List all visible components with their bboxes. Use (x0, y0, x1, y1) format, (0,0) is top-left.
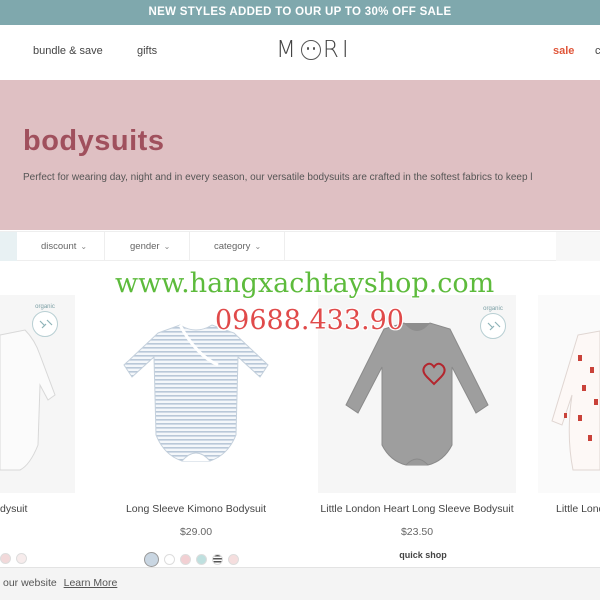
london-print-bodysuit-image (551, 330, 600, 471)
site-header: bundle & save gifts M RI sale c (0, 25, 600, 80)
filter-bar: discount ⌄ gender ⌄ category ⌄ (0, 231, 600, 261)
product-image[interactable] (538, 295, 600, 493)
cookie-banner: our website Learn More (0, 567, 600, 600)
product-name[interactable]: Little Lond (556, 503, 600, 515)
filter-category-label: category (214, 241, 251, 252)
logo-letters-ri: RI (322, 37, 352, 63)
color-swatches (0, 553, 27, 564)
filter-divider (104, 232, 105, 261)
nav-link-gifts[interactable]: gifts (137, 45, 157, 57)
filter-divider (189, 232, 190, 261)
filter-divider (284, 232, 285, 261)
logo-letter-m: M (276, 37, 299, 63)
filter-discount[interactable]: discount ⌄ (41, 232, 87, 261)
cookie-text: our website (3, 577, 57, 589)
organic-badge-icon (480, 313, 506, 339)
color-swatch[interactable] (228, 554, 239, 565)
product-price: $23.50 (400, 526, 434, 538)
filter-discount-label: discount (41, 241, 77, 252)
filter-toggle[interactable] (0, 232, 17, 261)
watermark-phone: 09688.433.90 (215, 305, 404, 336)
organic-label: organic (35, 304, 55, 310)
chevron-down-icon: ⌄ (163, 242, 171, 251)
chevron-down-icon: ⌄ (80, 242, 88, 251)
color-swatch-selected[interactable] (144, 552, 159, 567)
product-name[interactable]: Little London Heart Long Sleeve Bodysuit (318, 503, 516, 515)
filter-gender[interactable]: gender ⌄ (130, 232, 170, 261)
category-hero: bodysuits Perfect for wearing day, night… (0, 80, 600, 230)
color-swatch[interactable] (0, 553, 11, 564)
logo-face-icon (300, 40, 321, 60)
mori-logo[interactable]: M RI (276, 37, 352, 63)
product-name[interactable]: dysuit (0, 503, 28, 515)
category-description: Perfect for wearing day, night and in ev… (23, 172, 533, 183)
color-swatch[interactable] (212, 554, 223, 565)
organic-badge-icon (32, 311, 58, 337)
color-swatch[interactable] (196, 554, 207, 565)
watermark-url: www.hangxachtayshop.com (115, 268, 495, 299)
color-swatch[interactable] (16, 553, 27, 564)
organic-label: organic (483, 306, 503, 312)
quick-shop-button[interactable]: quick shop (318, 550, 528, 560)
sort-control[interactable] (556, 232, 600, 261)
product-price: $29.00 (179, 526, 213, 538)
nav-link-bundle-save[interactable]: bundle & save (33, 45, 103, 57)
nav-link-sale[interactable]: sale (553, 45, 574, 57)
promo-banner[interactable]: NEW STYLES ADDED TO OUR UP TO 30% OFF SA… (0, 0, 600, 25)
filter-gender-label: gender (130, 241, 160, 252)
product-name[interactable]: Long Sleeve Kimono Bodysuit (98, 503, 294, 515)
learn-more-link[interactable]: Learn More (64, 577, 118, 589)
nav-link-cut-off[interactable]: c (595, 45, 600, 57)
filter-category[interactable]: category ⌄ (214, 232, 261, 261)
chevron-down-icon: ⌄ (254, 242, 262, 251)
color-swatches (144, 552, 239, 567)
color-swatch[interactable] (164, 554, 175, 565)
color-swatch[interactable] (180, 554, 191, 565)
page-title: bodysuits (23, 125, 165, 157)
